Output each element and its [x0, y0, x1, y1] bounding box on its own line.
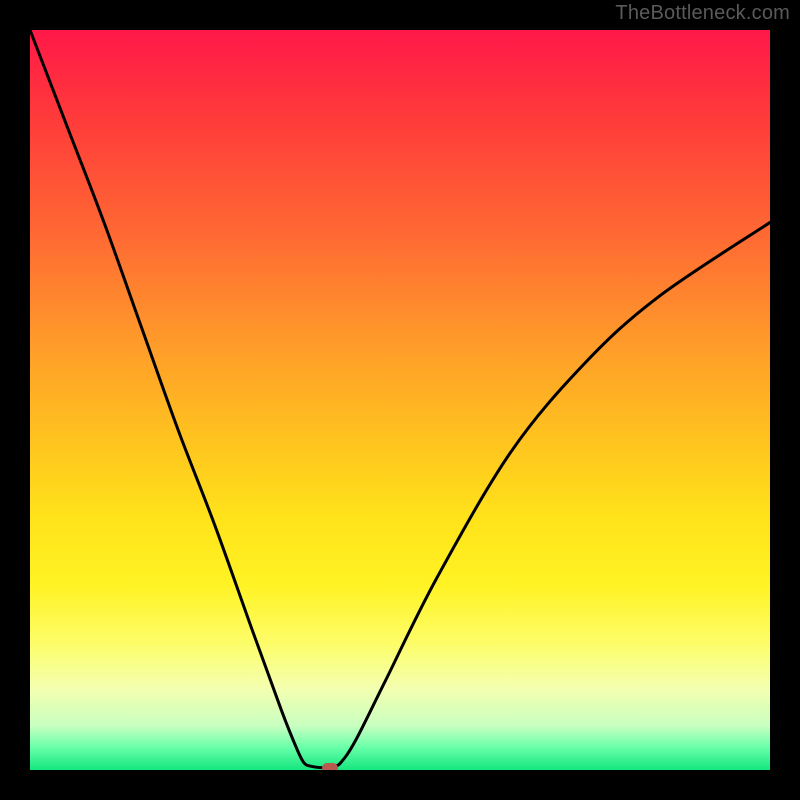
watermark-text: TheBottleneck.com: [615, 2, 790, 25]
plot-area: [30, 30, 770, 770]
bottleneck-curve-path: [30, 30, 770, 768]
curve-svg: [30, 30, 770, 770]
minimum-marker: [322, 763, 338, 770]
chart-frame: TheBottleneck.com: [0, 0, 800, 800]
